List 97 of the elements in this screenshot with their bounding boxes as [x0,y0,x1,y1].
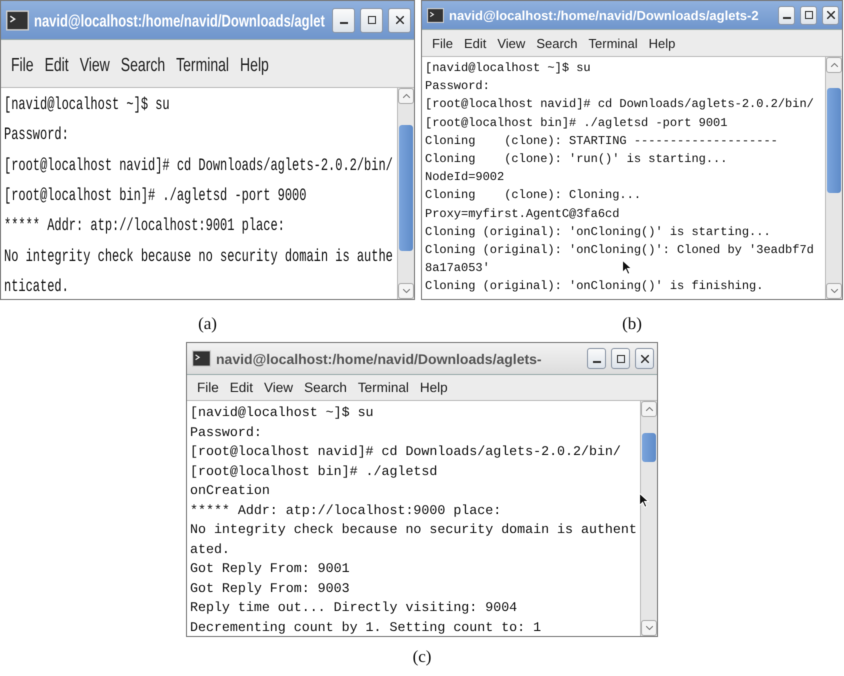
minimize-icon [782,17,790,19]
terminal-line: Proxy=myfirst.AgentC@3fa6cd [425,206,620,222]
menu-item[interactable]: Terminal [588,36,638,50]
terminal-line: [root@localhost bin]# ./agletsd -port 9000 [4,184,306,208]
menu-item[interactable]: View [80,52,110,74]
terminal-line: [root@localhost bin]# ./agletsd [190,462,438,480]
terminal-line: [root@localhost navid]# cd Downloads/aglets-2.0.2/bin/ [425,96,814,114]
terminal-line: No integrity check because no security domain is authe [4,246,393,269]
close-button[interactable] [822,6,839,24]
scroll-up-button[interactable] [398,88,414,104]
scroll-down-button[interactable] [398,283,414,299]
maximize-button[interactable] [800,6,817,24]
terminal-line: [root@localhost navid]# cd Downloads/aglets-2.0.2/bin/ [190,443,621,461]
menu-item[interactable]: Help [240,52,269,74]
menu-item[interactable]: File [432,36,453,50]
terminal-line: nticated. [4,276,69,299]
menu-item[interactable]: Edit [230,380,254,395]
close-button[interactable] [635,348,654,369]
close-icon [826,11,834,19]
scroll-thumb[interactable] [642,433,656,462]
menu-item[interactable]: Search [536,36,578,50]
chevron-up-icon [646,407,652,411]
terminal-line: ***** Addr: atp://localhost:9000 place: [190,502,502,520]
menu-item[interactable]: File [197,380,219,395]
chevron-down-icon [830,289,838,293]
scrollbar[interactable] [640,401,657,636]
terminal-line: [navid@localhost ~]$ su [4,93,170,117]
terminal-line: Cloning (clone): Cloning... [425,187,642,204]
scroll-up-button[interactable] [826,57,842,73]
terminal-line: ated. [190,540,230,558]
menu-item[interactable]: Help [420,380,448,395]
window-title: navid@localhost:/home/navid/Downloads/aglet [34,10,325,30]
scroll-thumb[interactable] [399,125,413,251]
terminal-line: Password: [4,124,69,148]
scrollbar[interactable] [825,57,842,299]
terminal-line: Cloning (original): 'onCloning()': Cloned by '3eadbf7d [425,242,814,259]
menu-item[interactable]: Terminal [358,380,409,395]
terminal-icon [6,10,29,30]
terminal-line: onCreation [190,482,270,500]
terminal-line: NodeId=9002 [425,169,504,186]
terminal-line: Cloning (clone): 'run()' is starting... [425,150,728,168]
terminal-line: Cloning (original): 'onCloning()' is finishing. [425,278,764,296]
terminal-icon [192,350,211,367]
scroll-thumb[interactable] [827,88,841,193]
menu-item[interactable]: Help [648,36,676,50]
terminal-line: [navid@localhost ~]$ su [425,60,591,77]
minimize-button[interactable] [587,348,606,369]
scrollbar[interactable] [397,88,414,299]
chevron-up-icon [830,63,838,67]
terminal-line: Password: [190,424,262,442]
figure-caption: (c) [412,647,432,667]
close-icon [396,16,404,24]
window-title: navid@localhost:/home/navid/Downloads/aglets- [216,350,542,366]
menu-item[interactable]: Search [120,52,166,74]
terminal-line: Got Reply From: 9001 [190,560,350,578]
minimize-button[interactable] [332,8,355,32]
scroll-down-button[interactable] [641,620,657,636]
terminal-line: Password: [425,78,490,96]
terminal-line: Cloning (clone): STARTING -------------------- [425,132,778,150]
maximize-button[interactable] [360,8,383,32]
terminal-line: ***** Addr: atp://localhost:9001 place: [4,215,285,238]
close-icon [640,354,648,362]
chevron-down-icon [402,289,410,293]
menu-item[interactable]: Search [304,380,347,395]
maximize-icon [616,354,624,362]
pointer-icon [639,493,649,508]
terminal-line: Decrementing count by 1. Setting count to: 1 [190,618,542,636]
menu-item[interactable]: Edit [464,36,486,50]
menu-item[interactable]: File [11,52,34,74]
scroll-down-button[interactable] [826,283,842,299]
terminal-line: No integrity check because no security domain is authent [190,521,637,539]
pointer-icon [622,260,632,275]
menu-item[interactable]: View [497,36,526,50]
terminal-line: [navid@localhost ~]$ su [190,404,374,422]
close-button[interactable] [388,8,411,32]
maximize-icon [368,16,376,24]
scroll-up-button[interactable] [641,401,657,417]
window-title: navid@localhost:/home/navid/Downloads/aglets-2 [449,8,759,22]
terminal-line: Got Reply From: 9003 [190,580,350,598]
terminal-line: [root@localhost bin]# ./agletsd -port 9001 [425,114,728,132]
terminal-line: [root@localhost navid]# cd Downloads/aglets-2.0.2/bin/ [4,154,393,178]
menu-item[interactable]: Terminal [176,52,230,74]
maximize-icon [804,11,812,19]
chevron-up-icon [402,94,410,98]
minimize-icon [592,360,600,362]
figure-caption: (b) [622,314,642,334]
chevron-down-icon [646,626,652,630]
minimize-icon [340,22,348,24]
figure-caption: (a) [198,314,217,334]
terminal-line: Cloning (original): 'onCloning()' is starting... [425,224,771,241]
maximize-button[interactable] [611,348,630,369]
menu-item[interactable]: View [264,380,294,395]
terminal-line: 8a17a053' [425,260,490,278]
minimize-button[interactable] [778,6,795,24]
terminal-icon [427,8,444,22]
menu-item[interactable]: Edit [44,52,69,74]
terminal-line: Reply time out... Directly visiting: 9004 [190,599,518,617]
